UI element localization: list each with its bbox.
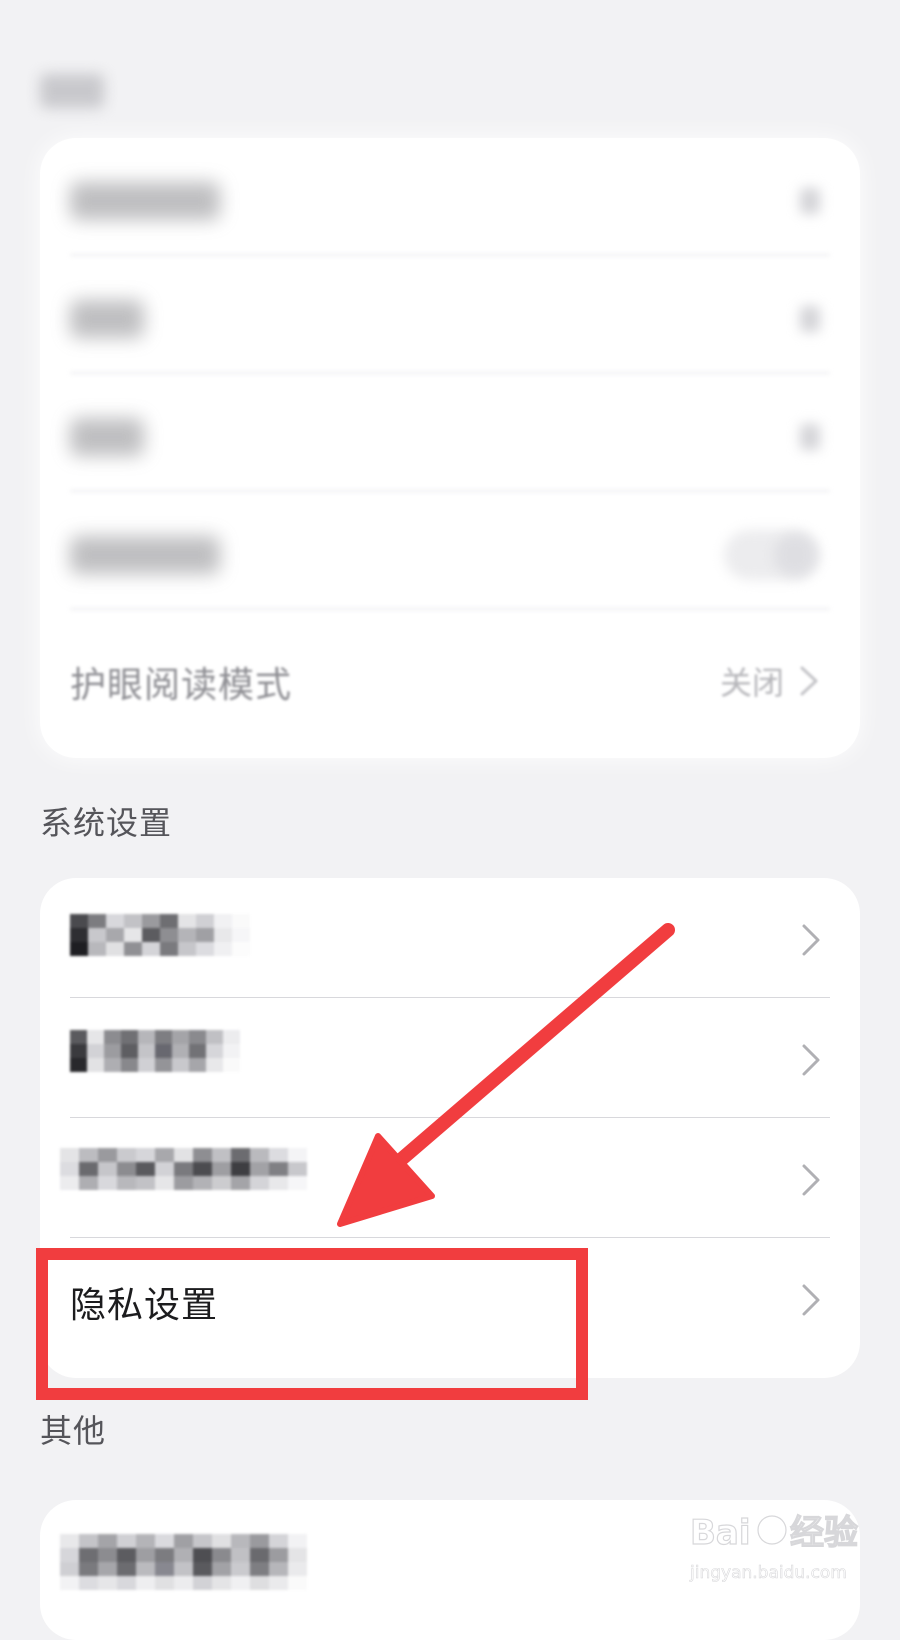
blurred-row-label: [70, 536, 220, 574]
chevron-right-icon: [802, 1164, 820, 1196]
svg-text:Bai: Bai: [690, 1513, 751, 1553]
obscured-row-label: [70, 1030, 240, 1072]
toggle-knob: [774, 534, 816, 576]
blurred-row-label: [70, 418, 144, 456]
blurred-row-label: [70, 300, 144, 338]
chevron-right-icon: [800, 666, 818, 696]
blurred-settings-section: 护眼阅读模式 关闭: [0, 0, 900, 780]
chevron-right-icon: [802, 1284, 820, 1316]
blurred-row-label: [70, 182, 220, 220]
svg-text:jingyan.baidu.com: jingyan.baidu.com: [689, 1563, 847, 1583]
chevron-right-icon: [800, 424, 820, 450]
svg-text:经验: 经验: [790, 1513, 858, 1553]
blurred-group-label: [40, 74, 104, 108]
obscured-row-label: [60, 1534, 307, 1590]
section-label-system-settings: 系统设置: [40, 804, 173, 842]
chevron-right-icon: [800, 306, 820, 332]
blurred-row-2[interactable]: [40, 256, 860, 374]
chevron-right-icon: [802, 1044, 820, 1076]
divider: [70, 608, 830, 610]
baidu-jingyan-watermark: Bai 经验 jingyan.baidu.com: [689, 1512, 859, 1583]
blurred-settings-card: 护眼阅读模式 关闭: [40, 138, 860, 758]
blurred-row-4[interactable]: [40, 492, 860, 610]
obscured-row-label: [70, 914, 250, 956]
obscured-row-label: [60, 1148, 307, 1190]
settings-row-auto-renewal[interactable]: [40, 1118, 860, 1238]
chevron-right-icon: [802, 924, 820, 956]
chevron-right-icon: [800, 188, 820, 214]
settings-row-reading-preferences[interactable]: [40, 878, 860, 998]
blurred-row-3[interactable]: [40, 374, 860, 492]
blurred-row-1[interactable]: [40, 138, 860, 256]
section-label-other: 其他: [40, 1412, 107, 1450]
eye-protection-label[interactable]: 护眼阅读模式: [70, 656, 292, 708]
highlight-box: [36, 1248, 588, 1400]
eye-protection-value: 关闭: [719, 664, 784, 702]
settings-row-message-notifications[interactable]: [40, 998, 860, 1118]
